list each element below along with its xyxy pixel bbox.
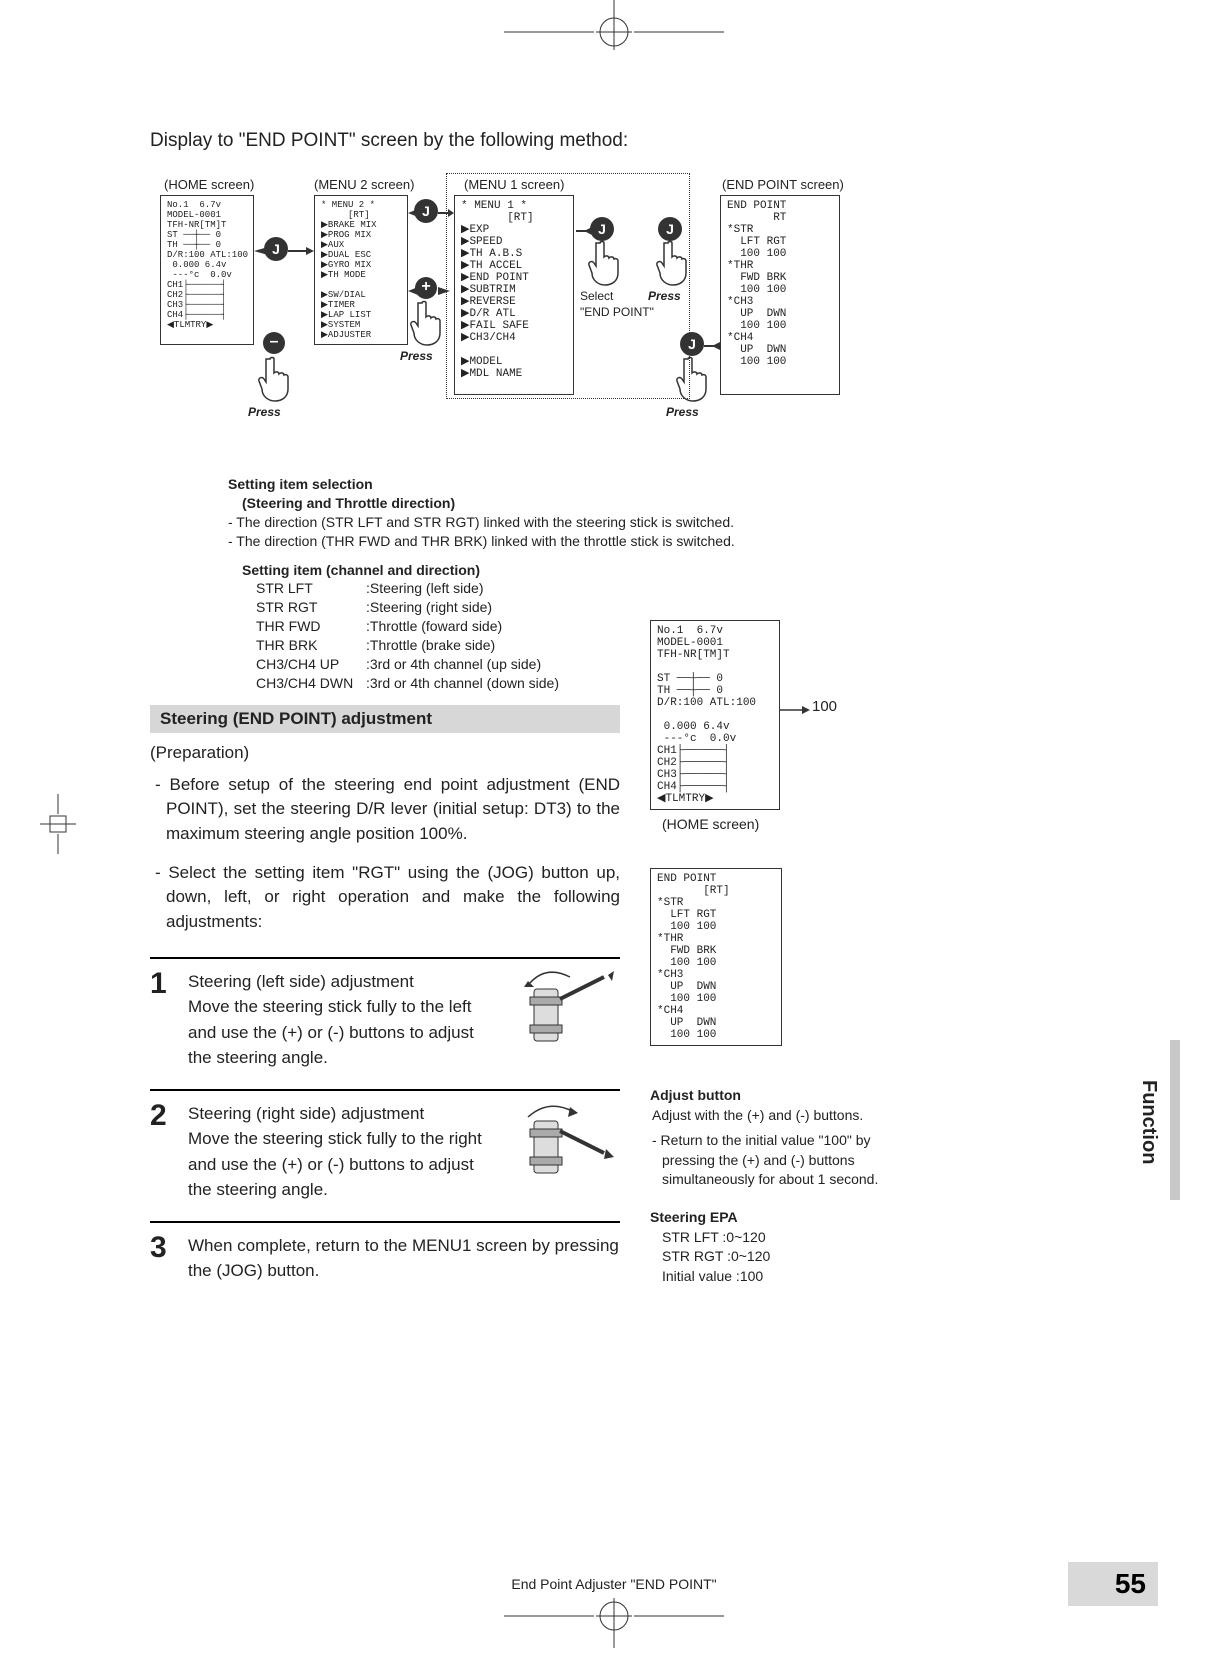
arrow-icon — [704, 342, 720, 350]
endpoint-screen-label: (END POINT screen) — [722, 177, 844, 192]
step-body: Move the steering stick fully to the lef… — [188, 997, 474, 1067]
arrow-icon — [438, 287, 450, 295]
footer-text: End Point Adjuster "END POINT" — [0, 1576, 1228, 1592]
step-body: Move the steering stick fully to the rig… — [188, 1129, 482, 1199]
menu2-screen-box: * MENU 2 * [RT] ▶BRAKE MIX ▶PROG MIX ▶AU… — [314, 195, 408, 345]
step-title: Steering (right side) adjustment — [188, 1104, 424, 1123]
steering-epa-block: Steering EPA STR LFT :0~120 STR RGT :0~1… — [650, 1208, 950, 1286]
preparation-label: (Preparation) — [150, 743, 620, 763]
arrow-icon — [408, 209, 418, 217]
arrow-icon — [408, 287, 418, 295]
setting-table-heading: Setting item (channel and direction) — [242, 561, 788, 580]
setting-subheading: (Steering and Throttle direction) — [242, 494, 788, 513]
epa-line3: Initial value :100 — [650, 1267, 950, 1287]
step-title: Steering (left side) adjustment — [188, 972, 414, 991]
hand-press-icon — [408, 299, 444, 347]
menu1-screen-box: * MENU 1 * [RT] ▶EXP ▶SPEED ▶TH A.B.S ▶T… — [454, 195, 574, 395]
adjust-button-block: Adjust button Adjust with the (+) and (-… — [650, 1086, 880, 1190]
para2: - Select the setting item "RGT" using th… — [150, 861, 620, 935]
para1: - Before setup of the steering end point… — [150, 773, 620, 847]
endpoint-mini-screen: END POINT [RT] *STR LFT RGT 100 100 *THR… — [650, 868, 782, 1046]
page-number: 55 — [1068, 1562, 1158, 1606]
step-2: 2 Steering (right side) adjustment Move … — [150, 1089, 620, 1221]
arrow-icon — [288, 247, 314, 255]
right-column: No.1 6.7v MODEL-0001 TFH-NR[TM]T ST ──┼─… — [650, 620, 950, 1286]
home-screen-box: No.1 6.7v MODEL-0001 TFH-NR[TM]T ST ──┼─… — [160, 195, 254, 345]
adjust-p2: - Return to the initial value "100" by p… — [650, 1131, 880, 1190]
hand-press-icon — [654, 239, 690, 287]
arrow-value: 100 — [812, 698, 837, 715]
adjust-heading: Adjust button — [650, 1086, 880, 1106]
arrow-icon — [780, 706, 810, 714]
servo-left-icon — [500, 969, 620, 1061]
step-number: 2 — [150, 1101, 174, 1203]
press-label: Press — [400, 349, 433, 363]
j-button-icon: J — [590, 217, 614, 241]
step-number: 3 — [150, 1233, 174, 1284]
press-label: Press — [248, 405, 281, 419]
servo-right-icon — [500, 1101, 620, 1193]
step-number: 1 — [150, 969, 174, 1071]
j-button-icon: J — [680, 332, 704, 356]
arrow-icon — [254, 247, 268, 255]
setting-row: STR LFT:Steering (left side) — [256, 579, 788, 598]
epa-line2: STR RGT :0~120 — [650, 1247, 950, 1267]
crop-mark-bottom — [504, 1598, 724, 1648]
select-label: Select — [580, 289, 613, 303]
step-3: 3 When complete, return to the MENU1 scr… — [150, 1221, 620, 1302]
j-button-icon: J — [658, 217, 682, 241]
arrow-icon — [438, 209, 454, 217]
arrow-icon — [576, 227, 592, 235]
side-tab-label: Function — [1137, 1080, 1160, 1164]
select-target-label: "END POINT" — [580, 305, 654, 319]
epa-line1: STR LFT :0~120 — [650, 1228, 950, 1248]
adjust-p1: Adjust with the (+) and (-) buttons. — [650, 1106, 880, 1126]
hand-jog-icon — [586, 239, 622, 287]
intro-text: Display to "END POINT" screen by the fol… — [150, 130, 1108, 152]
minus-button-icon: – — [263, 332, 285, 354]
step-1: 1 Steering (left side) adjustment Move t… — [150, 957, 620, 1089]
setting-line1: - The direction (STR LFT and STR RGT) li… — [228, 513, 788, 532]
press-label: Press — [666, 405, 699, 419]
hand-press-icon — [674, 355, 710, 403]
side-color-band — [1170, 1040, 1180, 1200]
setting-line2: - The direction (THR FWD and THR BRK) li… — [228, 532, 788, 551]
setting-row: STR RGT:Steering (right side) — [256, 598, 788, 617]
home-screen-label: (HOME screen) — [164, 177, 254, 192]
hand-press-icon — [256, 355, 292, 403]
press-label: Press — [648, 289, 681, 303]
step-body: When complete, return to the MENU1 scree… — [188, 1236, 619, 1281]
epa-heading: Steering EPA — [650, 1208, 950, 1228]
home-mini-screen: No.1 6.7v MODEL-0001 TFH-NR[TM]T ST ──┼─… — [650, 620, 780, 810]
menu2-screen-label: (MENU 2 screen) — [314, 177, 414, 192]
navigation-diagram: (HOME screen) (MENU 2 screen) (MENU 1 sc… — [150, 177, 960, 457]
plus-button-icon: + — [415, 277, 437, 299]
endpoint-screen-box: END POINT RT *STR LFT RGT 100 100 *THR F… — [720, 195, 840, 395]
section-bar: Steering (END POINT) adjustment — [150, 705, 620, 733]
home-mini-caption: (HOME screen) — [662, 816, 950, 832]
setting-heading: Setting item selection — [228, 475, 788, 494]
